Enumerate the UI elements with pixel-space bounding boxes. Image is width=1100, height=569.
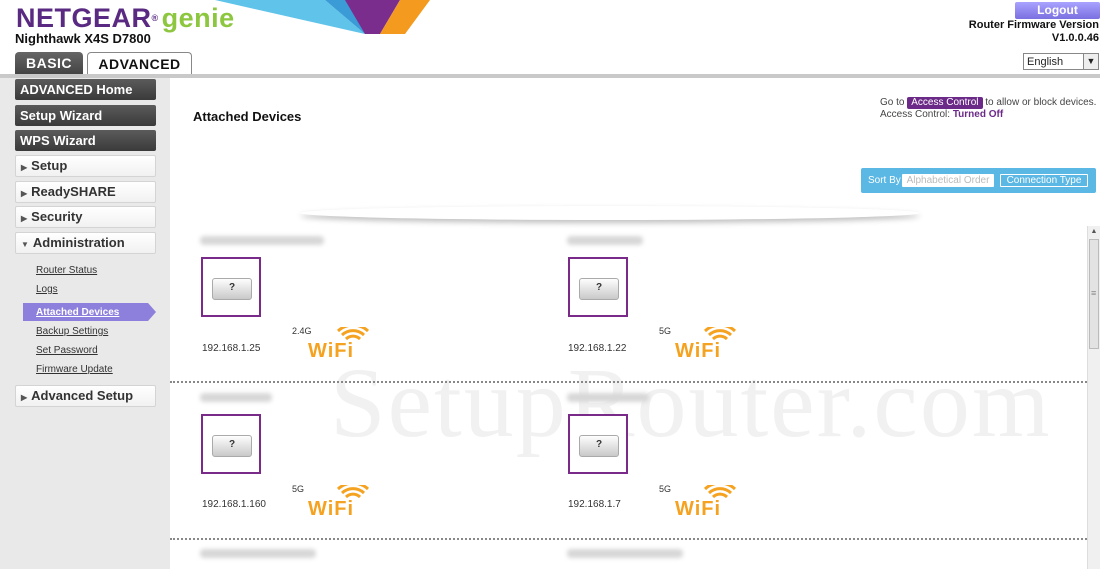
sidebar-item-readyshare[interactable]: ▶ ReadySHARE — [15, 181, 156, 203]
triangle-down-icon: ▼ — [21, 240, 29, 249]
sidebar-item-label: Advanced Setup — [31, 388, 134, 403]
device-ip: 192.168.1.160 — [202, 499, 266, 510]
grip-icon: ≡ — [1091, 288, 1097, 298]
sidebar — [0, 78, 170, 569]
sidebar-subitem-attached-devices[interactable]: Attached Devices — [36, 307, 119, 318]
chevron-down-icon[interactable]: ▼ — [1083, 54, 1098, 69]
row-divider — [170, 538, 1087, 540]
sort-alphabetical-button[interactable]: Alphabetical Order — [902, 174, 994, 187]
device-unknown-icon[interactable]: ? — [201, 414, 261, 474]
sidebar-subitem-set-password[interactable]: Set Password — [36, 345, 98, 356]
sidebar-item-security[interactable]: ▶ Security — [15, 206, 156, 228]
wifi-label: WiFi — [675, 498, 722, 520]
netgear-genie-logo: NETGEAR® genie — [16, 3, 235, 33]
row-divider — [170, 381, 1087, 383]
sidebar-item-setup[interactable]: ▶ Setup — [15, 155, 156, 177]
device-unknown-icon[interactable]: ? — [568, 257, 628, 317]
sidebar-item-advanced-home[interactable]: ADVANCED Home — [15, 79, 156, 100]
sidebar-subitem-firmware-update[interactable]: Firmware Update — [36, 364, 113, 375]
wifi-icon: WiFi — [308, 327, 370, 361]
header-banner-graphic — [215, 0, 430, 34]
wifi-label: WiFi — [675, 340, 722, 362]
triangle-right-icon: ▶ — [21, 214, 28, 223]
brand-reg-mark: ® — [151, 13, 159, 23]
section-shadow — [300, 206, 920, 220]
device-name-blurred — [567, 393, 649, 402]
sidebar-item-advanced-setup[interactable]: ▶ Advanced Setup — [15, 385, 156, 407]
logout-button[interactable]: Logout — [1015, 2, 1100, 19]
language-select[interactable]: English ▼ — [1023, 53, 1099, 70]
device-ip: 192.168.1.25 — [202, 343, 261, 354]
device-name-blurred — [200, 236, 324, 245]
access-control-hint: Go to Access Control to allow or block d… — [880, 97, 1096, 109]
device-band: 5G — [659, 484, 672, 494]
wifi-label: WiFi — [308, 340, 355, 362]
access-status-value: Turned Off — [952, 109, 1004, 120]
firmware-version: V1.0.0.46 — [1051, 32, 1099, 44]
sort-connection-type-button[interactable]: Connection Type — [1000, 174, 1088, 187]
router-model: Nighthawk X4S D7800 — [15, 31, 151, 46]
sidebar-item-administration[interactable]: ▼ Administration — [15, 232, 156, 254]
device-name-blurred — [567, 549, 683, 558]
device-icon-glyph: ? — [579, 435, 619, 457]
device-icon-glyph: ? — [212, 278, 252, 300]
device-icon-glyph: ? — [579, 278, 619, 300]
sidebar-item-label: Security — [31, 209, 83, 224]
sort-label: Sort By — [868, 175, 901, 186]
router-admin-page: NETGEAR® genie Nighthawk X4S D7800 Logout… — [0, 0, 1100, 569]
sidebar-item-label: ReadySHARE — [31, 184, 116, 199]
scroll-thumb[interactable]: ≡ — [1089, 239, 1099, 349]
access-status-label: Access Control: — [880, 109, 951, 120]
page-title: Attached Devices — [193, 109, 302, 124]
device-name-blurred — [200, 393, 272, 402]
access-control-status: Access Control: Turned Off — [880, 109, 1003, 120]
firmware-label: Router Firmware Version — [968, 19, 1099, 31]
triangle-right-icon: ▶ — [21, 393, 28, 402]
triangle-right-icon: ▶ — [21, 189, 28, 198]
device-ip: 192.168.1.7 — [568, 499, 621, 510]
access-suffix-text: to allow or block devices. — [985, 97, 1097, 108]
active-item-arrow — [148, 303, 156, 321]
sidebar-subitem-backup-settings[interactable]: Backup Settings — [36, 326, 108, 337]
wifi-icon: WiFi — [308, 485, 370, 519]
tab-advanced[interactable]: ADVANCED — [87, 52, 192, 76]
device-icon-glyph: ? — [212, 435, 252, 457]
scroll-up-icon[interactable]: ▲ — [1088, 226, 1100, 238]
device-unknown-icon[interactable]: ? — [568, 414, 628, 474]
sidebar-item-label: Setup — [31, 158, 68, 173]
sidebar-subitem-logs[interactable]: Logs — [36, 284, 58, 295]
sidebar-item-setup-wizard[interactable]: Setup Wizard — [15, 105, 156, 126]
device-band: 5G — [292, 484, 305, 494]
device-name-blurred — [567, 236, 643, 245]
wifi-label: WiFi — [308, 498, 355, 520]
access-goto-text: Go to — [880, 97, 905, 108]
language-value: English — [1027, 56, 1064, 68]
device-unknown-icon[interactable]: ? — [201, 257, 261, 317]
sidebar-subitem-router-status[interactable]: Router Status — [36, 265, 97, 276]
device-ip: 192.168.1.22 — [568, 343, 627, 354]
sidebar-item-label: Administration — [32, 235, 125, 250]
device-band: 5G — [659, 326, 672, 336]
scrollbar[interactable]: ▲ ≡ — [1087, 226, 1100, 569]
sidebar-item-wps-wizard[interactable]: WPS Wizard — [15, 130, 156, 151]
tab-basic[interactable]: BASIC — [15, 52, 83, 74]
watermark: SetupRouter.com — [330, 347, 1052, 458]
wifi-icon: WiFi — [675, 327, 737, 361]
access-control-button[interactable]: Access Control — [907, 97, 983, 109]
triangle-right-icon: ▶ — [21, 163, 28, 172]
brand-name: NETGEAR — [16, 3, 152, 33]
wifi-icon: WiFi — [675, 485, 737, 519]
device-name-blurred — [200, 549, 316, 558]
